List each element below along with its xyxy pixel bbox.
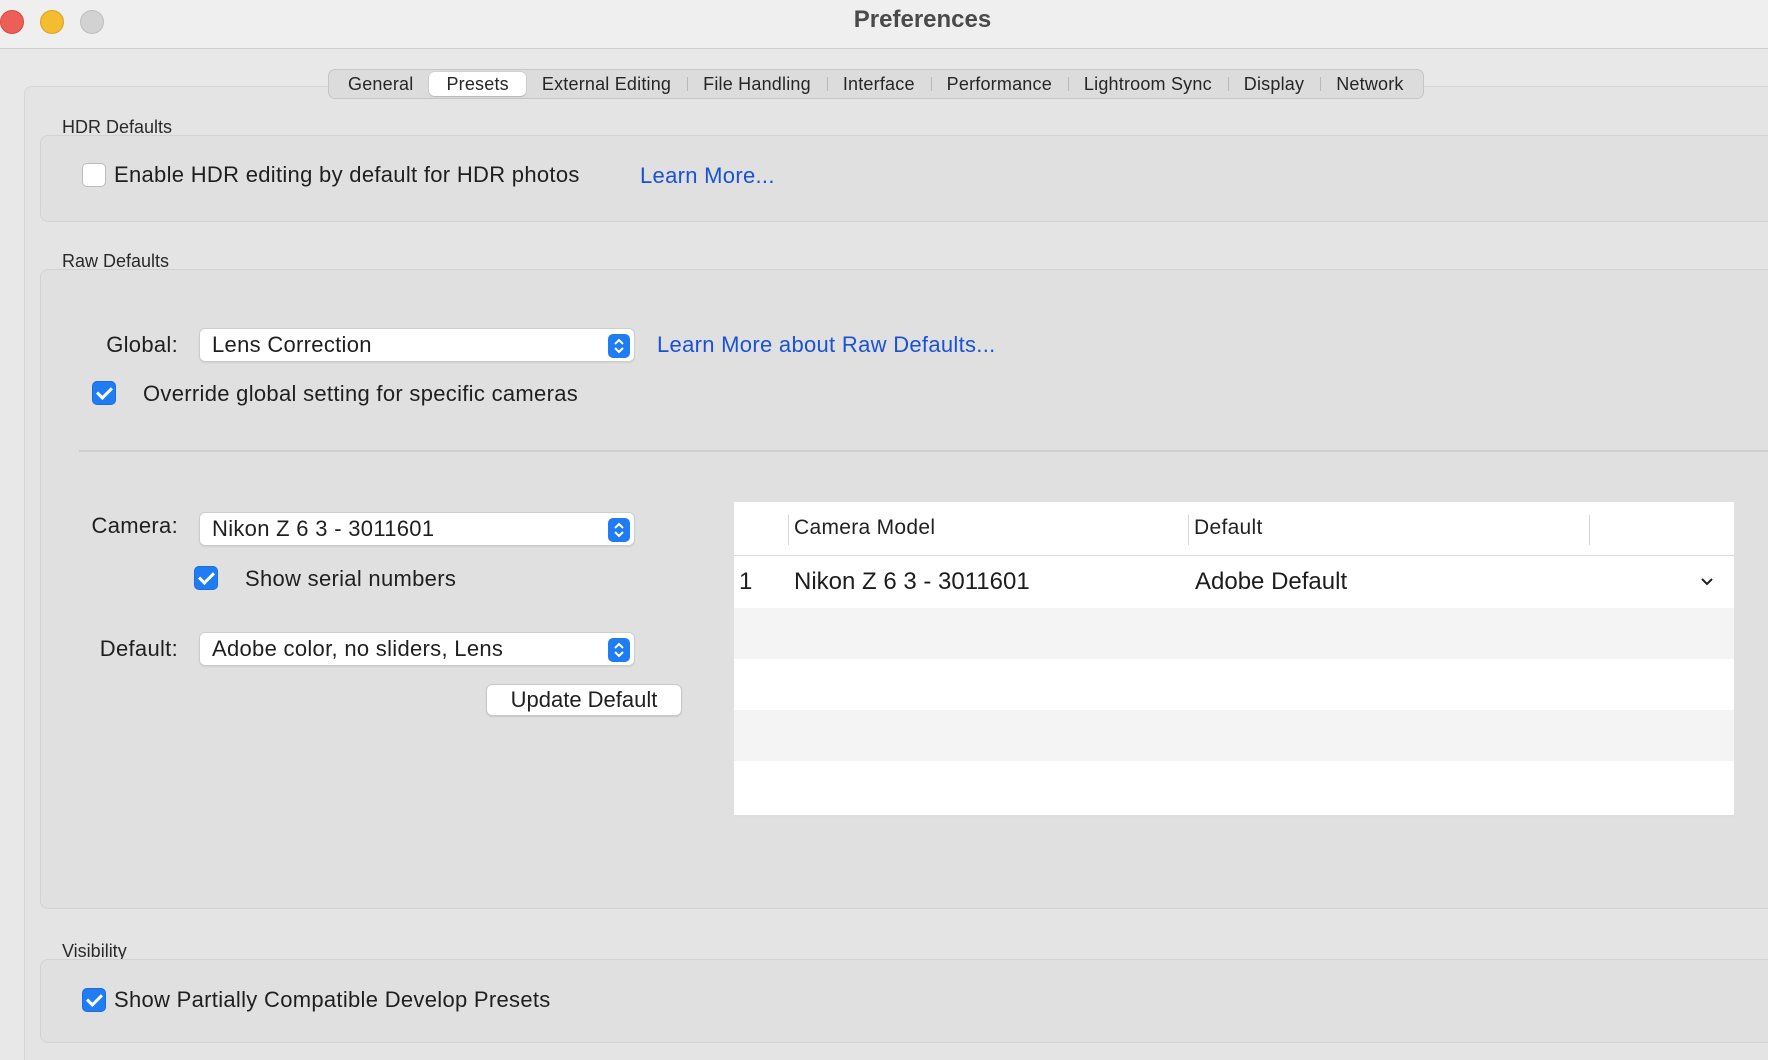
- row-camera-model: Nikon Z 6 3 - 3011601: [794, 568, 1030, 595]
- tab-performance[interactable]: Performance: [930, 72, 1068, 96]
- override-cameras-label[interactable]: Override global setting for specific cam…: [143, 381, 578, 407]
- tab-lightroom-sync[interactable]: Lightroom Sync: [1067, 72, 1228, 96]
- popup-stepper-icon: [608, 518, 630, 542]
- global-popup-value: Lens Correction: [212, 332, 372, 357]
- column-default[interactable]: Default: [1194, 516, 1263, 540]
- tab-general[interactable]: General: [332, 72, 429, 96]
- camera-popup[interactable]: Nikon Z 6 3 - 3011601: [199, 512, 635, 546]
- global-popup[interactable]: Lens Correction: [199, 328, 635, 362]
- column-camera-model[interactable]: Camera Model: [794, 516, 935, 540]
- table-row: [734, 659, 1734, 710]
- table-row: [734, 710, 1734, 761]
- table-row[interactable]: 1 Nikon Z 6 3 - 3011601 Adobe Default: [734, 557, 1734, 608]
- show-serial-label[interactable]: Show serial numbers: [245, 566, 456, 592]
- tab-interface[interactable]: Interface: [826, 72, 931, 96]
- tab-network[interactable]: Network: [1320, 72, 1419, 96]
- default-label: Default:: [99, 636, 178, 661]
- tab-external-editing[interactable]: External Editing: [526, 72, 687, 96]
- global-label: Global:: [106, 332, 178, 357]
- popup-stepper-icon: [608, 334, 630, 358]
- hdr-learn-more-link[interactable]: Learn More...: [640, 163, 775, 189]
- raw-defaults-learn-more-link[interactable]: Learn More about Raw Defaults...: [657, 332, 996, 358]
- partially-compatible-label[interactable]: Show Partially Compatible Develop Preset…: [114, 987, 551, 1013]
- camera-label: Camera:: [91, 513, 178, 538]
- show-serial-checkbox[interactable]: [194, 566, 218, 590]
- table-header: Camera Model Default: [734, 502, 1734, 556]
- enable-hdr-label[interactable]: Enable HDR editing by default for HDR ph…: [114, 162, 580, 188]
- title-bar: Preferences: [0, 0, 1768, 49]
- tab-file-handling[interactable]: File Handling: [687, 72, 827, 96]
- tab-bar: General Presets External Editing File Ha…: [328, 69, 1424, 99]
- override-cameras-checkbox[interactable]: [92, 381, 116, 405]
- camera-popup-value: Nikon Z 6 3 - 3011601: [212, 516, 435, 541]
- row-index: 1: [739, 568, 753, 595]
- tab-presets[interactable]: Presets: [429, 72, 526, 96]
- tab-display[interactable]: Display: [1227, 72, 1320, 96]
- enable-hdr-checkbox[interactable]: [82, 163, 106, 187]
- column-separator: [1188, 515, 1189, 545]
- window-title: Preferences: [853, 6, 992, 33]
- table-row: [734, 608, 1734, 659]
- section-divider: [79, 450, 1768, 452]
- chevron-down-icon[interactable]: [1699, 575, 1715, 593]
- row-default-value[interactable]: Adobe Default: [1195, 568, 1347, 596]
- column-separator: [1589, 515, 1590, 545]
- table-row: [734, 761, 1734, 812]
- update-default-button[interactable]: Update Default: [486, 684, 682, 716]
- popup-stepper-icon: [608, 638, 630, 662]
- default-popup-value: Adobe color, no sliders, Lens: [212, 636, 504, 661]
- column-separator: [788, 515, 789, 545]
- default-popup[interactable]: Adobe color, no sliders, Lens: [199, 632, 635, 666]
- camera-defaults-table: Camera Model Default 1 Nikon Z 6 3 - 301…: [734, 502, 1734, 817]
- partially-compatible-checkbox[interactable]: [82, 988, 106, 1012]
